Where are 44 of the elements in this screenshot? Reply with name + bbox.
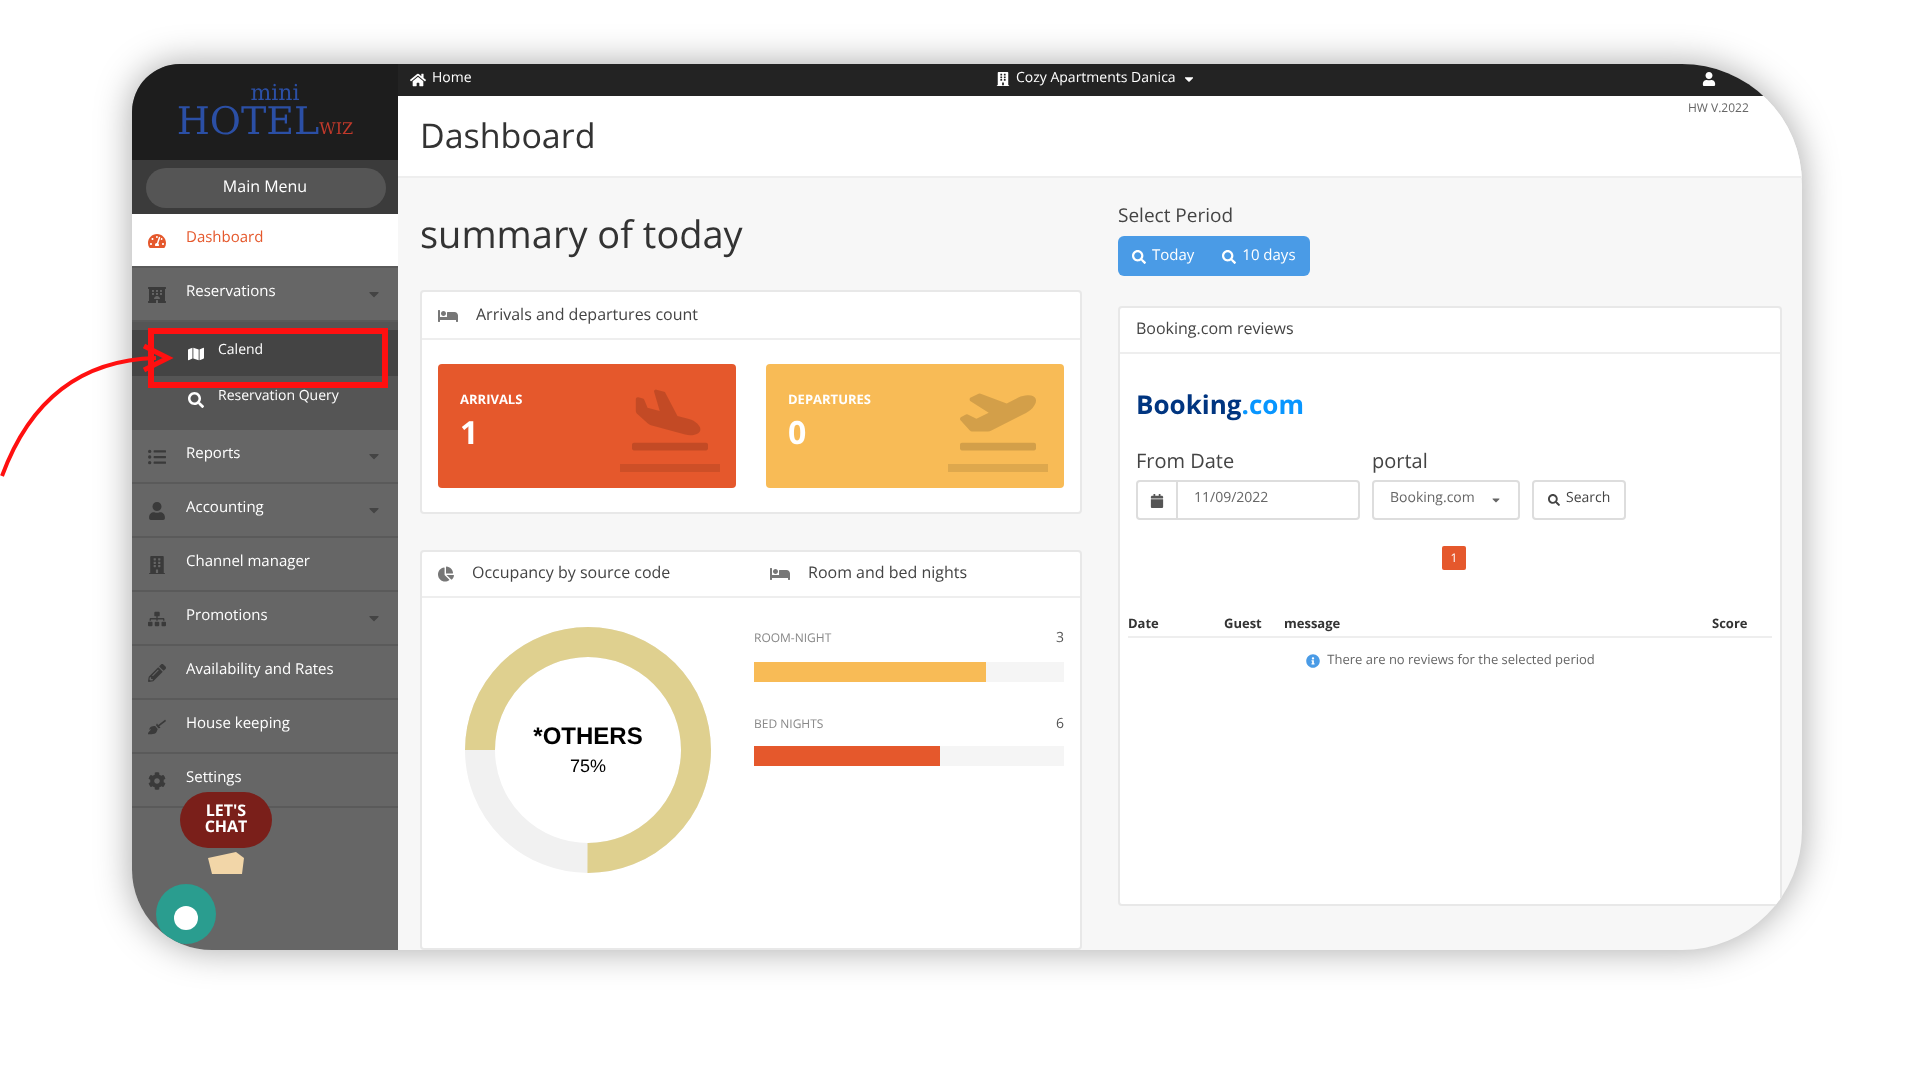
user-icon [148,501,166,519]
building-icon [148,555,166,573]
page-title: Dashboard [420,110,596,162]
logo-small-text: mini [250,82,300,104]
broom-icon [148,717,166,735]
plane-landing-icon [632,388,708,452]
search-icon [1132,249,1146,264]
caret-icon [1181,72,1196,87]
bed-icon [438,305,458,325]
panel-title: Booking.com reviews [1136,318,1294,343]
donut-value: 75% [569,754,606,781]
caret-icon [1490,494,1502,507]
home-icon [410,71,426,88]
hierarchy-icon [148,609,166,627]
panel-title: Arrivals and departures count [476,303,699,327]
building-icon [148,285,166,303]
pencil-icon [148,663,166,681]
field-label: portal [1372,446,1428,477]
calendar-icon [1150,493,1164,508]
dashboard-icon [148,231,166,249]
panel-title: Occupancy by source code [472,562,671,586]
panel-title: Room and bed nights [808,562,968,586]
info-icon [1305,653,1320,668]
period-label: Select Period [1118,202,1236,231]
list-icon [148,447,166,465]
search-icon [188,391,204,407]
pie-chart-icon [438,566,454,582]
building-icon [996,72,1010,87]
summary-title: summary of today [420,208,745,264]
bed-icon [770,564,790,584]
search-icon [1548,494,1560,507]
settings-icon [148,771,166,789]
chat-badge[interactable]: LET'S CHAT [180,792,272,848]
chat-circle-icon [156,884,216,944]
logo-suffix: WIZ [319,122,354,138]
logo-text: HOTEL [176,104,320,142]
donut-label: *OTHERS [533,720,643,755]
map-icon [188,345,204,361]
search-icon [1222,249,1237,264]
booking-logo: Booking.com [1136,388,1306,421]
field-label: From Date [1136,446,1237,477]
user-icon[interactable] [1702,72,1716,87]
main-menu-button[interactable]: Main Menu [145,167,385,207]
plane-takeoff-icon [960,388,1036,452]
